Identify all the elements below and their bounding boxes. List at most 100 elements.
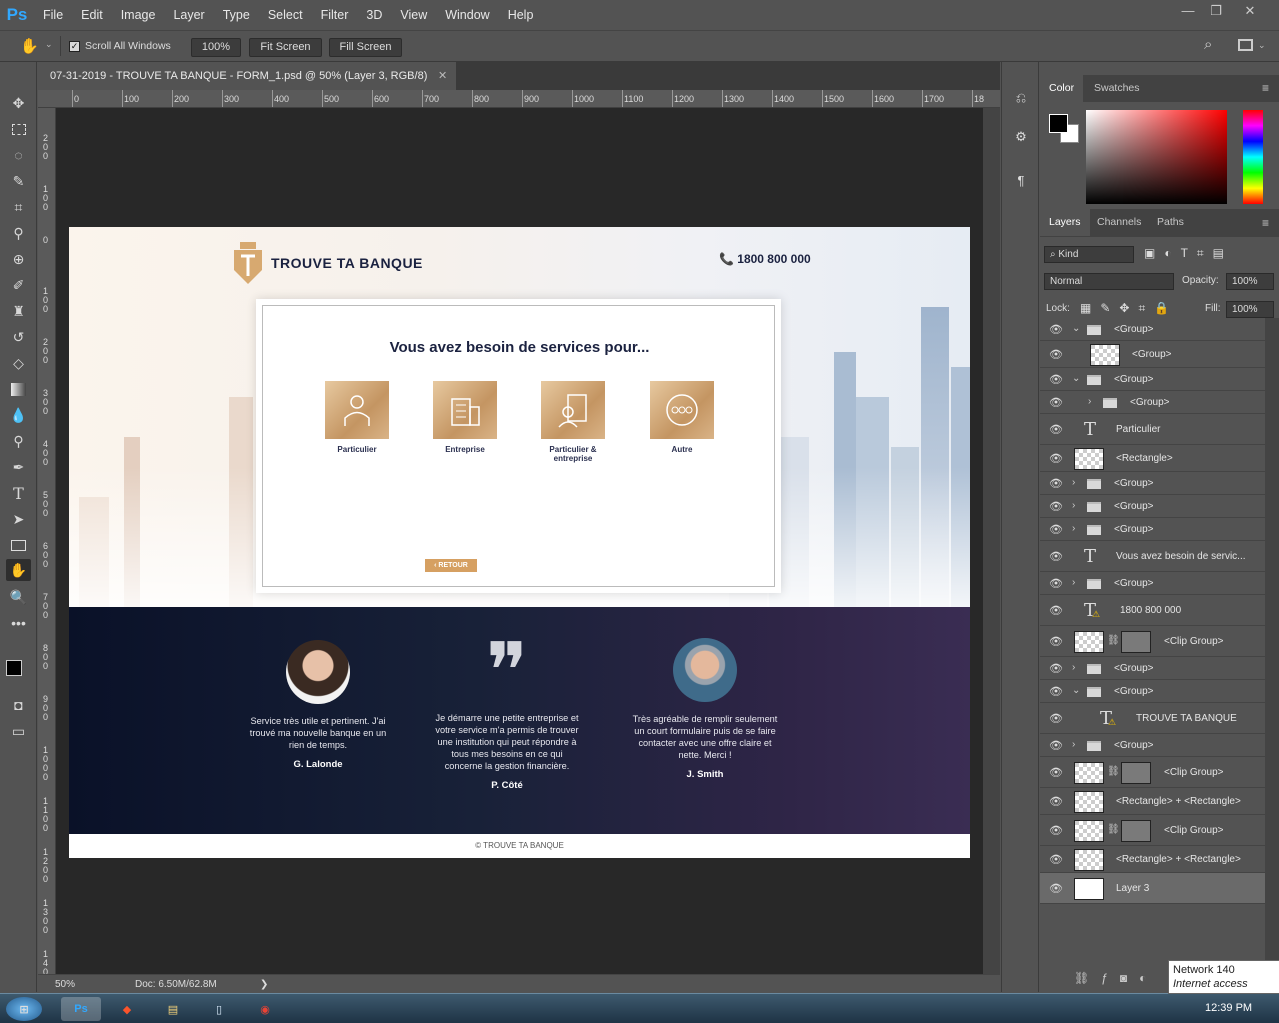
service-particulier[interactable]: Particulier: [325, 381, 389, 454]
type-tool-icon[interactable]: T: [6, 482, 31, 504]
menu-filter[interactable]: Filter: [312, 0, 358, 30]
layer-row[interactable]: 👁 › <Group>: [1040, 495, 1265, 518]
service-particulier-entreprise[interactable]: Particulier & entreprise: [541, 381, 605, 463]
layer-row[interactable]: 👁 <Group>: [1040, 341, 1265, 368]
zoom-tool-icon[interactable]: 🔍: [6, 586, 31, 608]
layer-row[interactable]: 👁 › <Group>: [1040, 572, 1265, 595]
close-window-button[interactable]: ✕: [1237, 0, 1263, 24]
history-panel-icon[interactable]: ⎌: [1010, 87, 1032, 109]
link-chain-icon[interactable]: ⛓: [1107, 824, 1120, 835]
visibility-eye-icon[interactable]: 👁: [1049, 550, 1063, 563]
tab-color[interactable]: Color: [1040, 75, 1084, 102]
lasso-tool-icon[interactable]: ◌: [6, 144, 31, 166]
close-tab-icon[interactable]: ✕: [438, 62, 447, 90]
visibility-eye-icon[interactable]: 👁: [1049, 323, 1063, 336]
expand-arrow-icon[interactable]: ›: [1072, 662, 1075, 673]
foreground-swatch[interactable]: [1049, 114, 1068, 133]
blur-tool-icon[interactable]: 💧: [6, 404, 31, 426]
layer-row[interactable]: 👁 ⌄ <Group>: [1040, 368, 1265, 391]
menu-window[interactable]: Window: [436, 0, 498, 30]
menu-select[interactable]: Select: [259, 0, 312, 30]
service-entreprise[interactable]: Entreprise: [433, 381, 497, 454]
visibility-eye-icon[interactable]: 👁: [1049, 604, 1063, 617]
workspace-chevron-icon[interactable]: ⌄: [1258, 40, 1266, 51]
tab-swatches[interactable]: Swatches: [1085, 75, 1149, 102]
opacity-field[interactable]: 100%: [1226, 273, 1274, 290]
expand-arrow-icon[interactable]: ›: [1072, 500, 1075, 511]
zoom-100-button[interactable]: 100%: [191, 38, 241, 57]
layer-row[interactable]: 👁 › <Group>: [1040, 657, 1265, 680]
eraser-tool-icon[interactable]: ◇: [6, 352, 31, 374]
layer-row[interactable]: 👁 ⛓ <Clip Group>: [1040, 757, 1265, 788]
properties-panel-icon[interactable]: ⚙: [1010, 126, 1032, 148]
minimize-button[interactable]: —: [1175, 0, 1201, 24]
quick-mask-icon[interactable]: ◘: [6, 694, 31, 716]
filter-kind-select[interactable]: ⌕ Kind: [1044, 246, 1134, 263]
start-button[interactable]: ⊞: [6, 997, 42, 1021]
expand-arrow-icon[interactable]: ›: [1072, 477, 1075, 488]
taskbar-explorer-icon[interactable]: ▤: [153, 997, 193, 1021]
layer-row[interactable]: 👁 T Vous avez besoin de servic...: [1040, 541, 1265, 572]
collapse-arrow-icon[interactable]: ⌄: [1072, 685, 1080, 696]
panel-menu-icon[interactable]: ≡: [1262, 81, 1269, 95]
hand-tool-active-icon[interactable]: ✋: [6, 559, 31, 581]
more-tools-icon[interactable]: •••: [6, 612, 31, 634]
history-brush-tool-icon[interactable]: ↺: [6, 326, 31, 348]
screen-mode-icon[interactable]: ▭: [6, 720, 31, 742]
hue-slider[interactable]: [1243, 110, 1263, 204]
retour-button[interactable]: ‹ RETOUR: [425, 559, 477, 572]
scroll-all-windows-checkbox[interactable]: ✓: [69, 41, 80, 52]
visibility-eye-icon[interactable]: 👁: [1049, 853, 1063, 866]
fit-screen-button[interactable]: Fit Screen: [249, 38, 322, 57]
service-autre[interactable]: Autre: [650, 381, 714, 454]
taskbar-chrome-icon[interactable]: ◉: [245, 997, 285, 1021]
pen-tool-icon[interactable]: ✒: [6, 456, 31, 478]
visibility-eye-icon[interactable]: 👁: [1049, 795, 1063, 808]
color-field[interactable]: [1086, 110, 1227, 204]
document-canvas[interactable]: TROUVE TA BANQUE 📞 1800 800 000 Vous ave…: [69, 227, 970, 858]
menu-3d[interactable]: 3D: [357, 0, 391, 30]
layer-row[interactable]: 👁 ⌄ <Group>: [1040, 680, 1265, 703]
layers-scrollbar[interactable]: [1265, 318, 1279, 966]
visibility-eye-icon[interactable]: 👁: [1049, 477, 1063, 490]
menu-layer[interactable]: Layer: [164, 0, 213, 30]
collapse-arrow-icon[interactable]: ⌄: [1072, 323, 1080, 334]
expand-arrow-icon[interactable]: ›: [1072, 577, 1075, 588]
healing-brush-tool-icon[interactable]: ⊕: [6, 248, 31, 270]
quick-select-tool-icon[interactable]: ✎: [6, 170, 31, 192]
fill-field[interactable]: 100%: [1226, 301, 1274, 318]
menu-edit[interactable]: Edit: [72, 0, 112, 30]
taskbar-photoshop[interactable]: Ps: [61, 997, 101, 1021]
layer-row[interactable]: 👁 ⌄ <Group>: [1040, 318, 1265, 341]
visibility-eye-icon[interactable]: 👁: [1049, 882, 1063, 895]
layer-row[interactable]: 👁 › <Group>: [1040, 472, 1265, 495]
crop-tool-icon[interactable]: ⌗: [6, 196, 31, 218]
visibility-eye-icon[interactable]: 👁: [1049, 739, 1063, 752]
visibility-eye-icon[interactable]: 👁: [1049, 500, 1063, 513]
layer-row[interactable]: 👁 T ⚠ TROUVE TA BANQUE: [1040, 703, 1265, 734]
visibility-eye-icon[interactable]: 👁: [1049, 824, 1063, 837]
link-chain-icon[interactable]: ⛓: [1107, 635, 1120, 646]
expand-arrow-icon[interactable]: ›: [1072, 739, 1075, 750]
path-select-tool-icon[interactable]: ➤: [6, 508, 31, 530]
layer-row[interactable]: 👁 Layer 3: [1040, 873, 1265, 904]
move-tool-icon[interactable]: ✥: [6, 92, 31, 114]
visibility-eye-icon[interactable]: 👁: [1049, 712, 1063, 725]
menu-type[interactable]: Type: [214, 0, 259, 30]
layer-row[interactable]: 👁 ⛓ <Clip Group>: [1040, 815, 1265, 846]
layer-row[interactable]: 👁 <Rectangle> + <Rectangle>: [1040, 846, 1265, 873]
visibility-eye-icon[interactable]: 👁: [1049, 373, 1063, 386]
chevron-down-icon[interactable]: ⌄: [45, 39, 53, 50]
tab-layers[interactable]: Layers: [1040, 209, 1090, 236]
menu-help[interactable]: Help: [499, 0, 543, 30]
visibility-eye-icon[interactable]: 👁: [1049, 766, 1063, 779]
layer-row[interactable]: 👁 › <Group>: [1040, 518, 1265, 541]
taskbar-notepad-icon[interactable]: ▯: [199, 997, 239, 1021]
layer-row[interactable]: 👁 <Rectangle> + <Rectangle>: [1040, 788, 1265, 815]
layer-row[interactable]: 👁 › <Group>: [1040, 734, 1265, 757]
menu-view[interactable]: View: [391, 0, 436, 30]
blend-mode-select[interactable]: Normal: [1044, 273, 1174, 290]
visibility-eye-icon[interactable]: 👁: [1049, 577, 1063, 590]
panel-menu-icon[interactable]: ≡: [1262, 216, 1269, 230]
visibility-eye-icon[interactable]: 👁: [1049, 348, 1063, 361]
